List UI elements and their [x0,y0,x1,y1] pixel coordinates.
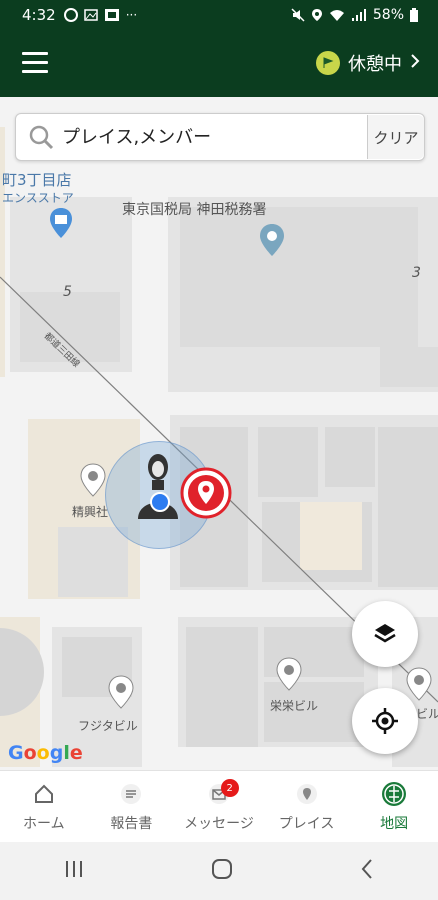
nav-map-label: 地図 [380,816,409,832]
nav-home-label: ホーム [23,816,65,832]
report-icon [120,781,142,807]
nav-messages[interactable]: 2 メッセージ [175,771,263,843]
recent-apps-button[interactable] [62,859,86,883]
nav-home[interactable]: ホーム [0,771,88,843]
block-number-3: 3 [412,265,421,281]
home-square-icon [212,859,232,879]
home-system-button[interactable] [210,857,234,885]
status-notification-icons: ··· [63,8,138,22]
status-right: 58% [291,7,418,23]
current-location-dot [150,492,170,512]
back-button[interactable] [358,857,376,885]
search-icon [22,124,60,150]
signal-icon [351,9,366,21]
nav-messages-label: メッセージ [184,816,254,832]
more-notifications: ··· [125,8,138,22]
location-status-icon [311,9,322,21]
seikosha-label: 精興社 [72,505,109,519]
app-bar: 休憩中 [0,30,438,97]
status-bar: 4:32 ··· 58% [0,0,438,30]
google-logo: Google [8,742,83,764]
gallery-notification-icon [83,9,98,21]
search-bar: クリア [15,113,425,161]
map-layers-button[interactable] [352,601,418,667]
battery-icon [410,8,418,22]
coffee-status-icon [316,51,340,75]
status-time: 4:32 [22,6,56,24]
break-status-label: 休憩中 [348,54,402,75]
seikosha-pin-icon[interactable] [80,463,106,497]
place-icon [296,781,318,807]
nav-reports-label: 報告書 [110,816,153,832]
crosshair-icon [372,708,398,734]
wifi-icon [329,10,344,21]
store-label-line2: エンスストア [2,191,74,205]
my-location-button[interactable] [352,688,418,754]
message-count-badge: 2 [220,779,239,797]
battery-percent: 58% [372,7,404,23]
break-status-button[interactable]: 休憩中 [316,50,420,76]
edge-building-pin-icon[interactable] [406,667,432,701]
bottom-navigation: ホーム 報告書 2 メッセージ プレイス 地図 [0,770,438,843]
home-icon [33,781,55,807]
tax-office-pin-icon[interactable] [259,223,285,257]
search-input[interactable] [60,125,367,149]
map-view[interactable]: 町3丁目店 エンスストア 東京国税局 神田税務署 5 3 都道三田線 精興社 栄… [0,97,438,770]
fujita-building-label: フジタビル [78,719,138,733]
menu-icon[interactable] [22,52,48,74]
layers-icon [374,624,396,643]
shop-pin-icon[interactable] [49,207,73,239]
place-marker-icon[interactable] [180,467,232,519]
block-number-5: 5 [63,284,72,300]
nav-places-label: プレイス [278,816,335,832]
fujita-building-pin-icon[interactable] [108,675,134,709]
tax-office-label: 東京国税局 神田税務署 [122,202,267,218]
eiei-building-pin-icon[interactable] [276,657,302,691]
nav-places[interactable]: プレイス [263,771,351,843]
nav-map[interactable]: 地図 [350,771,438,843]
edge-building-label: ビル [416,707,438,721]
app-notification-icon [63,8,78,22]
system-navigation-bar [0,842,438,900]
photo-notification-icon [104,9,119,21]
store-label-line1: 町3丁目店 [2,171,72,189]
back-chevron-icon [361,859,372,879]
recent-apps-icon [66,861,82,877]
mute-icon [291,8,305,22]
nav-reports[interactable]: 報告書 [88,771,176,843]
chevron-right-icon [410,53,420,74]
eiei-building-label: 栄栄ビル [270,699,319,713]
clear-button[interactable]: クリア [367,115,424,159]
map-icon [381,781,407,807]
